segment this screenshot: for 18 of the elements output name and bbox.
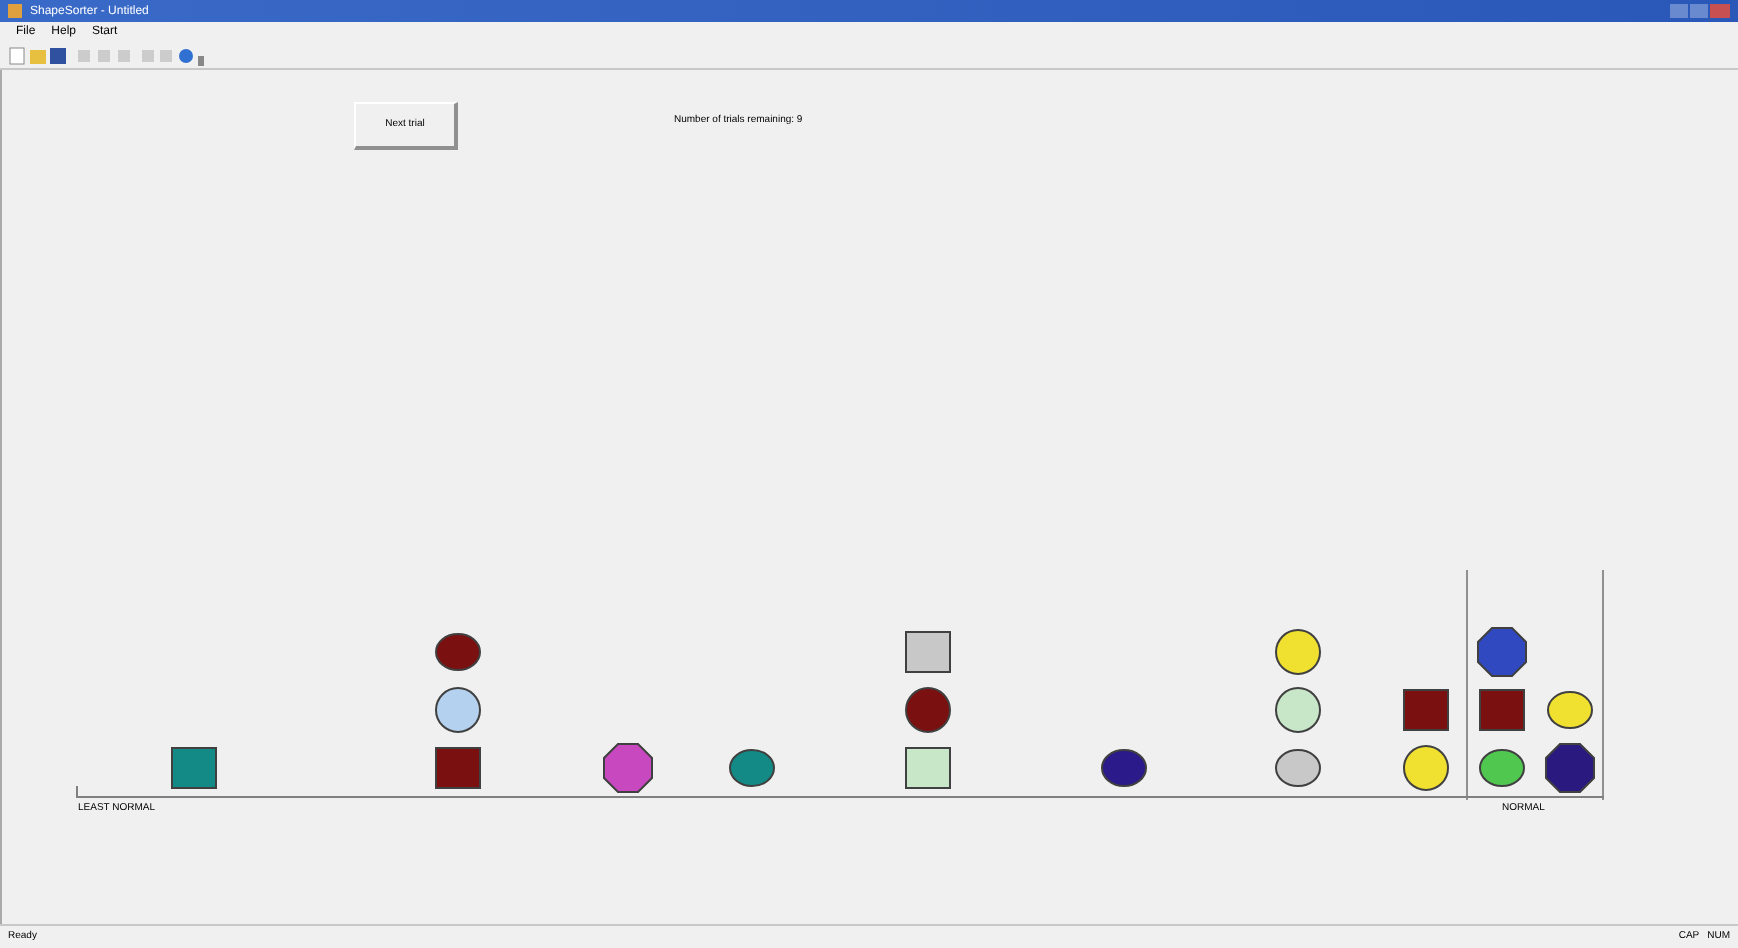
ellipse-shape[interactable]	[1101, 749, 1147, 787]
octagon-shape[interactable]	[1545, 743, 1595, 793]
circle-shape[interactable]	[435, 687, 481, 733]
ellipse-shape[interactable]	[435, 633, 481, 671]
square-shape[interactable]	[905, 747, 951, 789]
octagon-shape[interactable]	[603, 743, 653, 793]
circle-shape[interactable]	[905, 687, 951, 733]
ellipse-shape[interactable]	[1479, 749, 1525, 787]
circle-shape[interactable]	[1403, 745, 1449, 791]
toolbar-icons[interactable]	[8, 45, 208, 65]
ellipse-shape[interactable]	[729, 749, 775, 787]
circle-shape[interactable]	[1275, 687, 1321, 733]
app-icon	[8, 4, 22, 18]
octagon-shape[interactable]	[1477, 627, 1527, 677]
square-shape[interactable]	[905, 631, 951, 673]
ellipse-shape[interactable]	[1275, 749, 1321, 787]
circle-shape[interactable]	[1275, 629, 1321, 675]
ellipse-shape[interactable]	[1547, 691, 1593, 729]
